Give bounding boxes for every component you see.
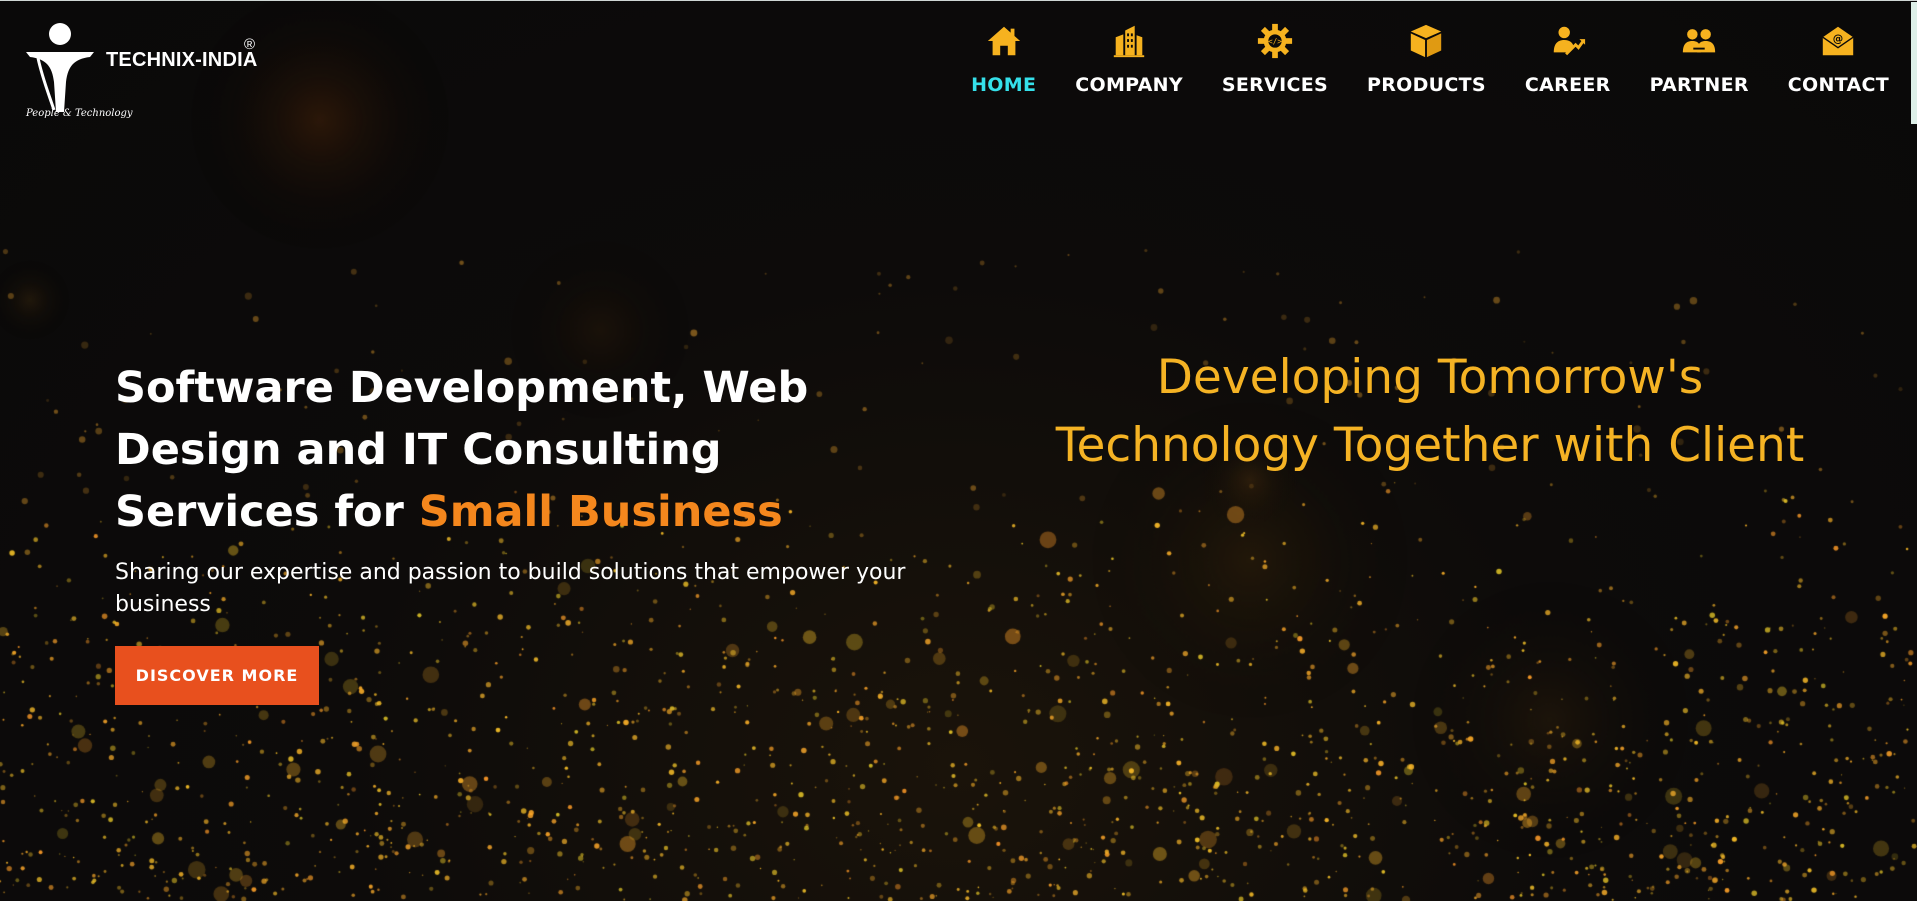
svg-text:@: @ <box>1833 33 1843 45</box>
nav-item-career[interactable]: CAREER <box>1525 22 1611 96</box>
box-icon <box>1411 24 1442 58</box>
main-nav: HOME COMPANY </> SERVICES PRODUCTS CAREE… <box>971 22 1889 96</box>
nav-label-company: COMPANY <box>1075 74 1183 96</box>
nav-item-services[interactable]: </> SERVICES <box>1222 22 1328 96</box>
nav-item-contact[interactable]: @ CONTACT <box>1788 22 1889 96</box>
top-border <box>0 0 1917 1</box>
code-gear-icon: </> <box>1257 23 1293 59</box>
slogan: Developing Tomorrow's Technology Togethe… <box>1040 344 1820 480</box>
slogan-line-1: Developing Tomorrow's <box>1156 350 1704 405</box>
svg-text:</>: </> <box>1268 37 1282 46</box>
hero-page: TECHNIX-INDIA ® People & Technology HOME <box>0 0 1917 901</box>
nav-label-services: SERVICES <box>1221 74 1328 96</box>
nav-label-partner: PARTNER <box>1649 74 1749 96</box>
nav-label-career: CAREER <box>1524 74 1611 96</box>
nav-label-home: HOME <box>971 74 1037 96</box>
logo-tagline: People & Technology <box>26 108 133 119</box>
nav-label-products: PRODUCTS <box>1366 74 1486 96</box>
hero-title-accent: Small Business <box>418 487 783 537</box>
person-growth-icon <box>1553 26 1585 56</box>
nav-label-contact: CONTACT <box>1787 74 1889 96</box>
discover-more-button[interactable]: DISCOVER MORE <box>115 646 319 705</box>
logo-brand-name: TECHNIX-INDIA <box>106 49 258 71</box>
registered-mark: ® <box>244 36 256 53</box>
hero-title: Software Development, Web Design and IT … <box>115 357 935 543</box>
site-logo[interactable]: TECHNIX-INDIA ® People & Technology <box>24 22 264 126</box>
nav-item-partner[interactable]: PARTNER <box>1650 22 1749 96</box>
hero-subtitle: Sharing our expertise and passion to bui… <box>115 560 906 617</box>
nav-item-company[interactable]: COMPANY <box>1075 22 1183 96</box>
partners-icon <box>1683 29 1716 53</box>
home-icon <box>987 26 1020 56</box>
envelope-at-icon: @ <box>1822 26 1854 56</box>
logo-figure-icon <box>26 23 94 112</box>
side-tab[interactable] <box>1911 2 1917 124</box>
slogan-line-2: Technology Together with Client <box>1055 418 1805 473</box>
nav-item-home[interactable]: HOME <box>971 22 1036 96</box>
building-icon <box>1113 25 1145 58</box>
nav-item-products[interactable]: PRODUCTS <box>1367 22 1486 96</box>
hero-content: Software Development, Web Design and IT … <box>115 357 935 705</box>
